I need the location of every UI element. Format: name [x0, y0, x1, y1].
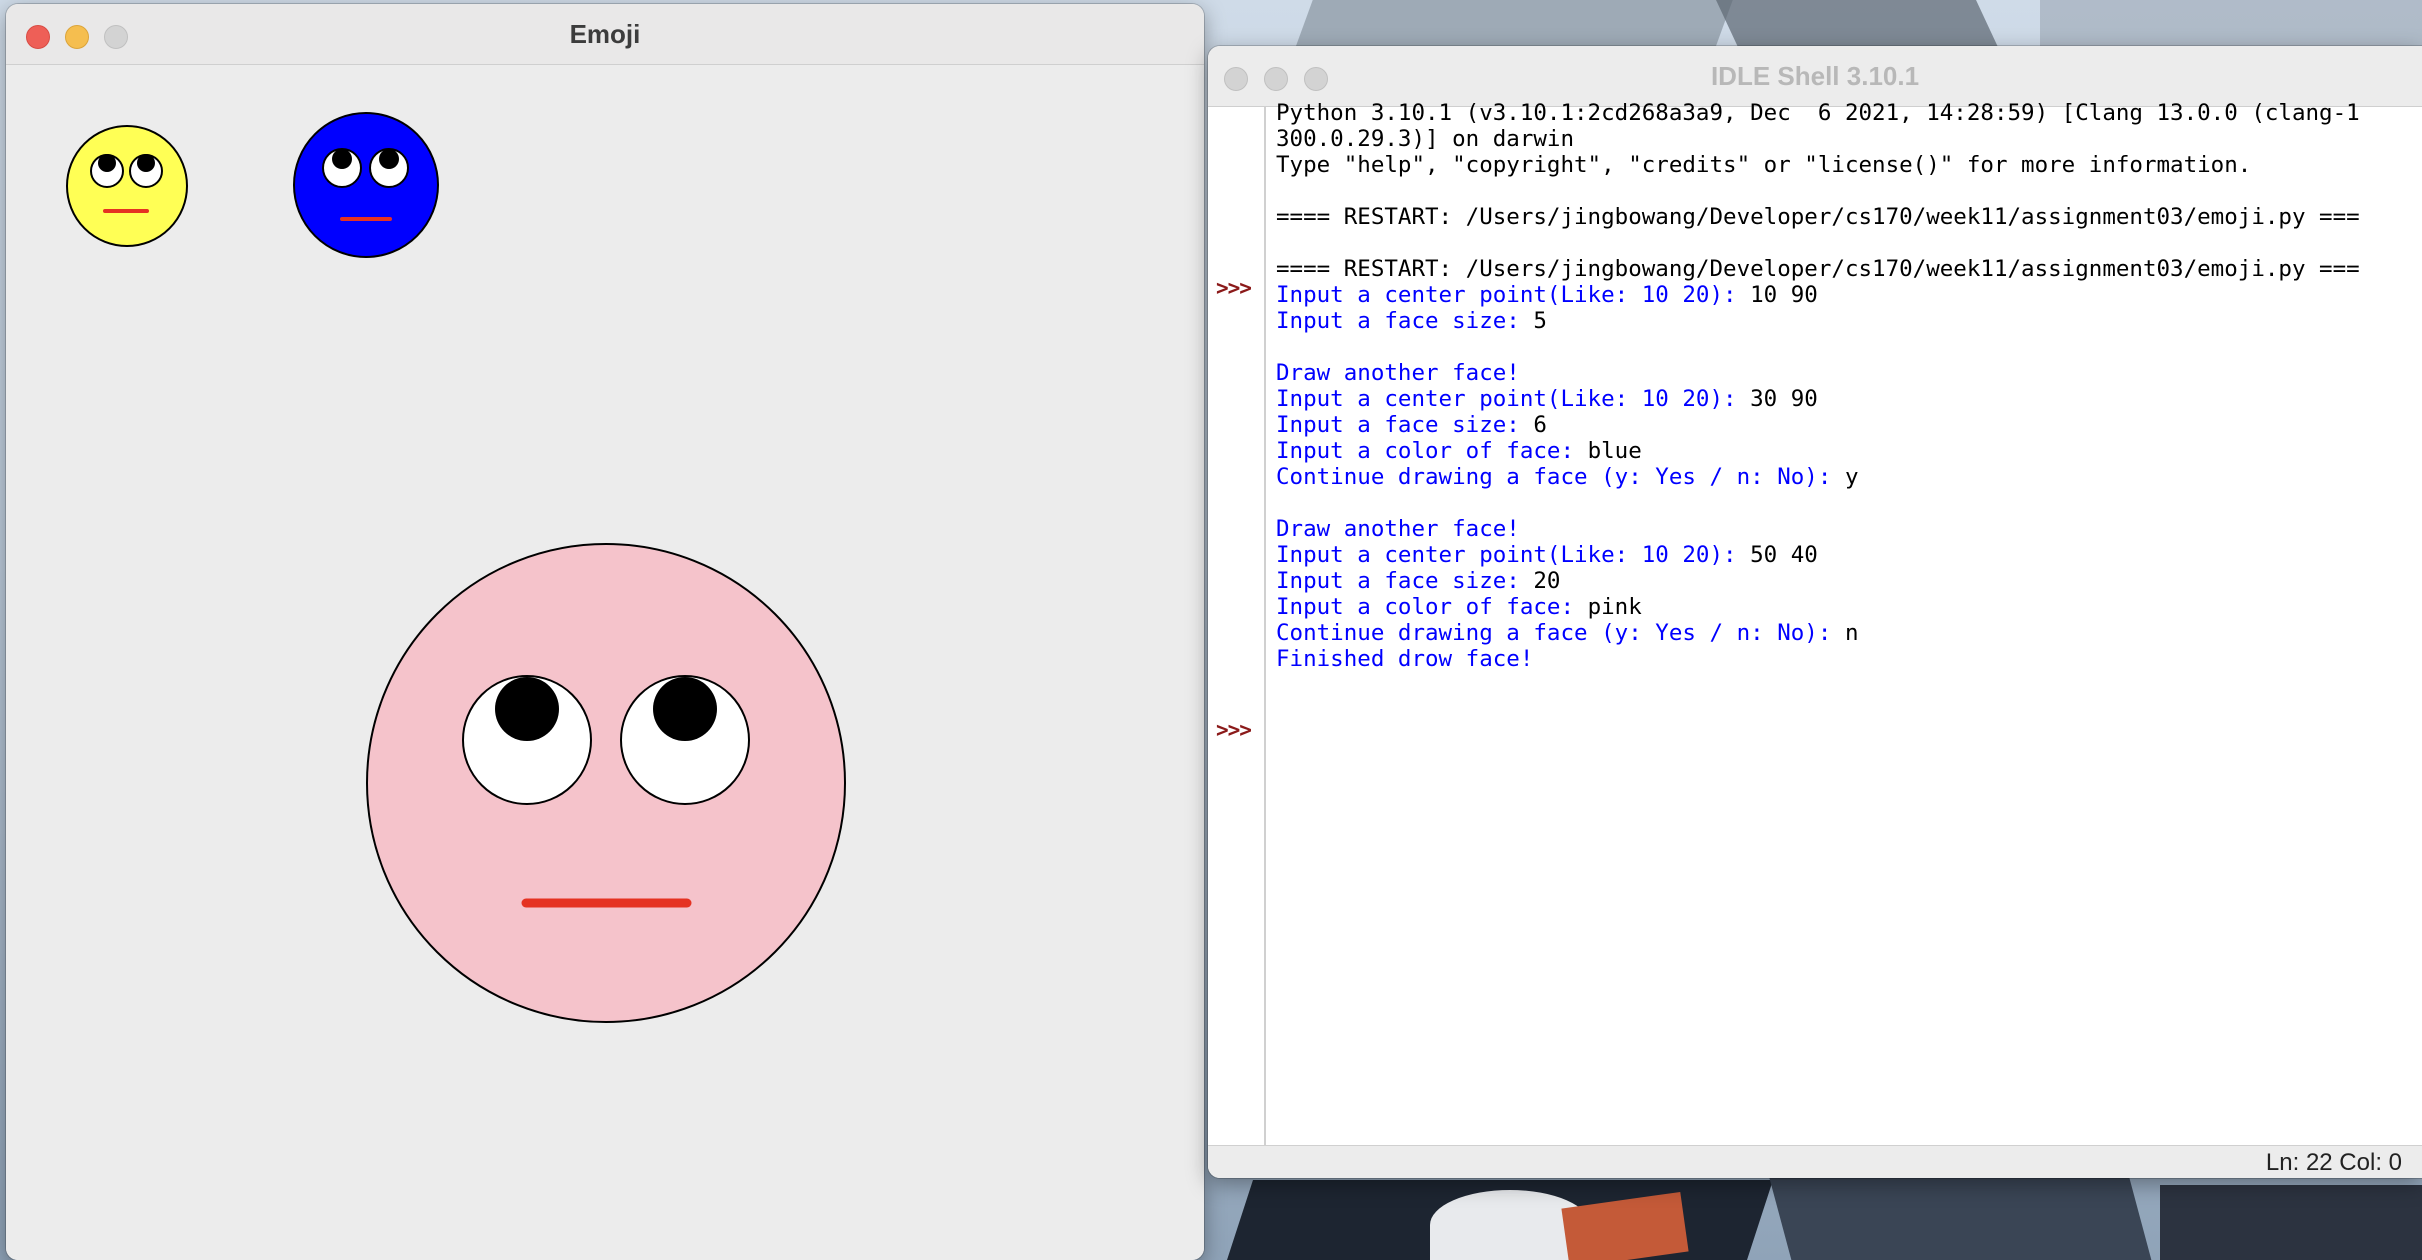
shell-blank-line — [1276, 178, 2422, 204]
drawing-canvas[interactable] — [6, 65, 1204, 1260]
right-pupil — [137, 154, 155, 172]
stdout-text: Input a color of face: — [1276, 438, 1588, 464]
stdin-text: 50 40 — [1750, 542, 1818, 568]
stdin-text: 10 90 — [1750, 282, 1818, 308]
shell-line: Input a face size: 20 — [1276, 568, 2422, 594]
shell-line: Input a face size: 5 — [1276, 308, 2422, 334]
emoji-window[interactable]: Emoji — [6, 4, 1204, 1260]
wallpaper-shape — [2160, 1185, 2422, 1260]
stdout-text: Finished drow face! — [1276, 646, 1534, 672]
shell-line: Input a face size: 6 — [1276, 412, 2422, 438]
face-circle — [366, 543, 846, 1023]
shell-line: Input a center point(Like: 10 20): 10 90 — [1276, 282, 2422, 308]
face-blue — [293, 112, 439, 258]
shell-line: Python 3.10.1 (v3.10.1:2cd268a3a9, Dec 6… — [1276, 100, 2360, 126]
stdin-text: pink — [1587, 594, 1642, 620]
idle-shell-window[interactable]: IDLE Shell 3.10.1 >>> >>> Python 3.10.1 … — [1208, 46, 2422, 1178]
face-pink — [366, 543, 846, 1023]
shell-blank-line — [1276, 334, 2422, 360]
stdout-text: Input a center point(Like: 10 20): — [1276, 282, 1751, 308]
stdout-text: Input a face size: — [1276, 412, 1534, 438]
left-pupil — [98, 154, 116, 172]
face-yellow — [66, 125, 188, 247]
stdout-text: Input a face size: — [1276, 308, 1534, 334]
stdin-text: 30 90 — [1750, 386, 1818, 412]
stdout-text: Input a color of face: — [1276, 594, 1588, 620]
right-pupil — [379, 149, 399, 169]
left-pupil — [332, 149, 352, 169]
face-circle — [293, 112, 439, 258]
emoji-canvas-svg — [66, 112, 846, 1023]
shell-line: Continue drawing a face (y: Yes / n: No)… — [1276, 620, 2422, 646]
shell-blank-line — [1276, 490, 2422, 516]
window-title: IDLE Shell 3.10.1 — [1710, 61, 1920, 91]
stdin-text: 5 — [1533, 308, 1547, 334]
shell-line: 300.0.29.3)] on darwin — [1276, 126, 1575, 152]
stdin-text: 20 — [1533, 568, 1561, 594]
prompt-gutter: >>> >>> — [1208, 107, 1266, 1146]
left-pupil — [495, 677, 559, 741]
wallpaper-shape — [1768, 1175, 2152, 1260]
stdout-text: Input a center point(Like: 10 20): — [1276, 542, 1751, 568]
shell-output[interactable]: Python 3.10.1 (v3.10.1:2cd268a3a9, Dec 6… — [1276, 100, 2422, 1144]
stdout-text: Continue drawing a face (y: Yes / n: No)… — [1276, 620, 1845, 646]
shell-line: Type "help", "copyright", "credits" or "… — [1276, 152, 2252, 178]
shell-line: Input a color of face: pink — [1276, 594, 2422, 620]
shell-prompt: >>> — [1216, 718, 1252, 742]
shell-line: Input a center point(Like: 10 20): 50 40 — [1276, 542, 2422, 568]
window-title: Emoji — [569, 19, 641, 49]
shell-line: Input a color of face: blue — [1276, 438, 2422, 464]
right-pupil — [653, 677, 717, 741]
stdin-text: n — [1844, 620, 1859, 646]
shell-blank-line — [1276, 230, 2422, 256]
stdout-text: Input a center point(Like: 10 20): — [1276, 386, 1751, 412]
stdout-text: Draw another face! — [1276, 516, 1520, 542]
shell-line: ==== RESTART: /Users/jingbowang/Develope… — [1276, 204, 2360, 230]
stdin-text: blue — [1587, 438, 1642, 464]
status-bar: Ln: 22 Col: 0 — [1208, 1145, 2422, 1178]
shell-line: Continue drawing a face (y: Yes / n: No)… — [1276, 464, 2422, 490]
emoji-titlebar[interactable]: Emoji — [6, 4, 1204, 65]
stdout-text: Draw another face! — [1276, 360, 1520, 386]
shell-prompt: >>> — [1216, 276, 1252, 300]
stdout-text: Continue drawing a face (y: Yes / n: No)… — [1276, 464, 1845, 490]
cursor-position: Ln: 22 Col: 0 — [2265, 1149, 2402, 1176]
stdin-text: y — [1844, 464, 1859, 490]
shell-line: ==== RESTART: /Users/jingbowang/Develope… — [1276, 256, 2360, 282]
stdin-text: 6 — [1533, 412, 1547, 438]
shell-line: Input a center point(Like: 10 20): 30 90 — [1276, 386, 2422, 412]
stdout-text: Input a face size: — [1276, 568, 1534, 594]
idle-titlebar[interactable]: IDLE Shell 3.10.1 — [1208, 46, 2422, 107]
face-circle — [66, 125, 188, 247]
